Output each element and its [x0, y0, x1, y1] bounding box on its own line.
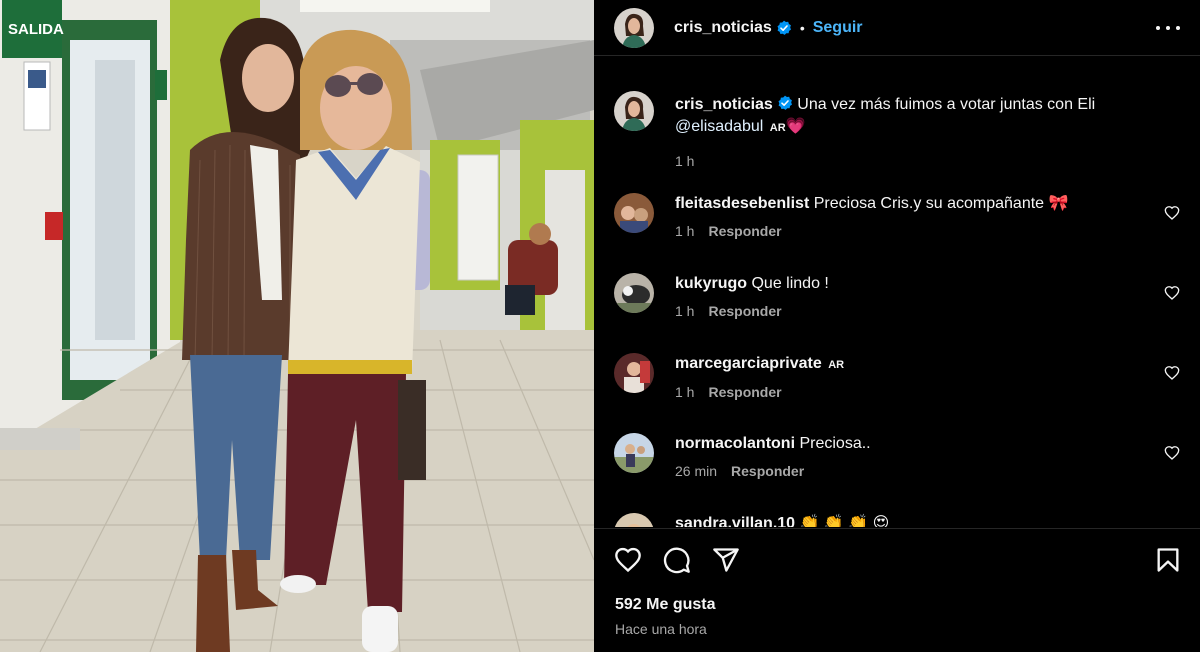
comment-row: normacolantoni Preciosa.. 26 min Responde… [614, 433, 1180, 479]
send-icon[interactable] [712, 546, 740, 574]
comment-username[interactable]: fleitasdesebenlist [675, 195, 809, 212]
post-photo[interactable]: SALIDA [0, 0, 594, 652]
caption-time[interactable]: 1 h [675, 153, 694, 169]
comment-username[interactable]: marcegarciaprivate [675, 355, 822, 372]
caption-avatar[interactable] [614, 91, 654, 131]
comment-text: 👏 👏 👏 😍 [799, 515, 890, 527]
bookmark-icon[interactable] [1154, 546, 1182, 574]
post-photo-scene: SALIDA [0, 0, 594, 652]
comment-avatar[interactable] [614, 513, 654, 527]
region-badge: AR [828, 359, 845, 371]
more-horizontal-icon[interactable] [1156, 18, 1180, 38]
comment-time[interactable]: 1 h [675, 303, 694, 319]
post-side-panel: cris_noticias • Seguir cris_noticias Una… [594, 0, 1200, 652]
post-header: cris_noticias • Seguir [594, 0, 1200, 56]
comment-text: Que lindo ! [751, 275, 829, 292]
reply-button[interactable]: Responder [708, 303, 781, 319]
salida-sign: SALIDA [8, 21, 64, 38]
region-badge: AR [769, 122, 786, 134]
reply-button[interactable]: Responder [708, 384, 781, 400]
verified-badge-icon [778, 95, 792, 110]
caption-text: Una vez más fuimos a votar juntas con El… [797, 96, 1096, 113]
comment-username[interactable]: kukyrugo [675, 275, 747, 292]
comment-row: fleitasdesebenlist Preciosa Cris.y su ac… [614, 193, 1180, 239]
comment-icon[interactable] [663, 546, 691, 574]
comment-avatar[interactable] [614, 433, 654, 473]
caption-mention[interactable]: @elisadabul [675, 118, 763, 135]
comment-text: Preciosa.. [799, 435, 871, 452]
caption-username[interactable]: cris_noticias [675, 96, 773, 113]
author-avatar[interactable] [614, 7, 654, 48]
comment-like-heart-icon[interactable] [1164, 365, 1180, 381]
comment-row: kukyrugo Que lindo ! 1 h Responder [614, 273, 1180, 319]
reply-button[interactable]: Responder [708, 223, 781, 239]
comment-like-heart-icon[interactable] [1164, 205, 1180, 221]
comment-avatar[interactable] [614, 193, 654, 233]
comment-username[interactable]: normacolantoni [675, 435, 795, 452]
verified-badge-icon [777, 20, 791, 35]
caption-row: cris_noticias Una vez más fuimos a votar… [614, 91, 1180, 169]
author-username[interactable]: cris_noticias [674, 19, 772, 37]
comment-avatar[interactable] [614, 353, 654, 393]
comment-time[interactable]: 1 h [675, 223, 694, 239]
header-separator: • [799, 19, 805, 36]
comment-row: marcegarciaprivate AR 1 h Responder [614, 353, 1180, 400]
heart-emoji: 💗 [785, 118, 806, 135]
heart-icon[interactable] [614, 546, 642, 574]
comment-time[interactable]: 1 h [675, 384, 694, 400]
comment-like-heart-icon[interactable] [1164, 445, 1180, 461]
likes-count[interactable]: 592 Me gusta [615, 596, 715, 614]
comment-text: Preciosa Cris.y su acompañante 🎀 [813, 195, 1069, 212]
comment-username[interactable]: sandra.villan.10 [675, 515, 795, 527]
comment-avatar[interactable] [614, 273, 654, 313]
comment-row: sandra.villan.10 👏 👏 👏 😍 [614, 513, 1180, 527]
reply-button[interactable]: Responder [731, 463, 804, 479]
comment-time[interactable]: 26 min [675, 463, 717, 479]
follow-button[interactable]: Seguir [813, 19, 863, 37]
comment-like-heart-icon[interactable] [1164, 285, 1180, 301]
post-time[interactable]: Hace una hora [615, 621, 707, 637]
comments-list[interactable]: cris_noticias Una vez más fuimos a votar… [594, 57, 1200, 527]
